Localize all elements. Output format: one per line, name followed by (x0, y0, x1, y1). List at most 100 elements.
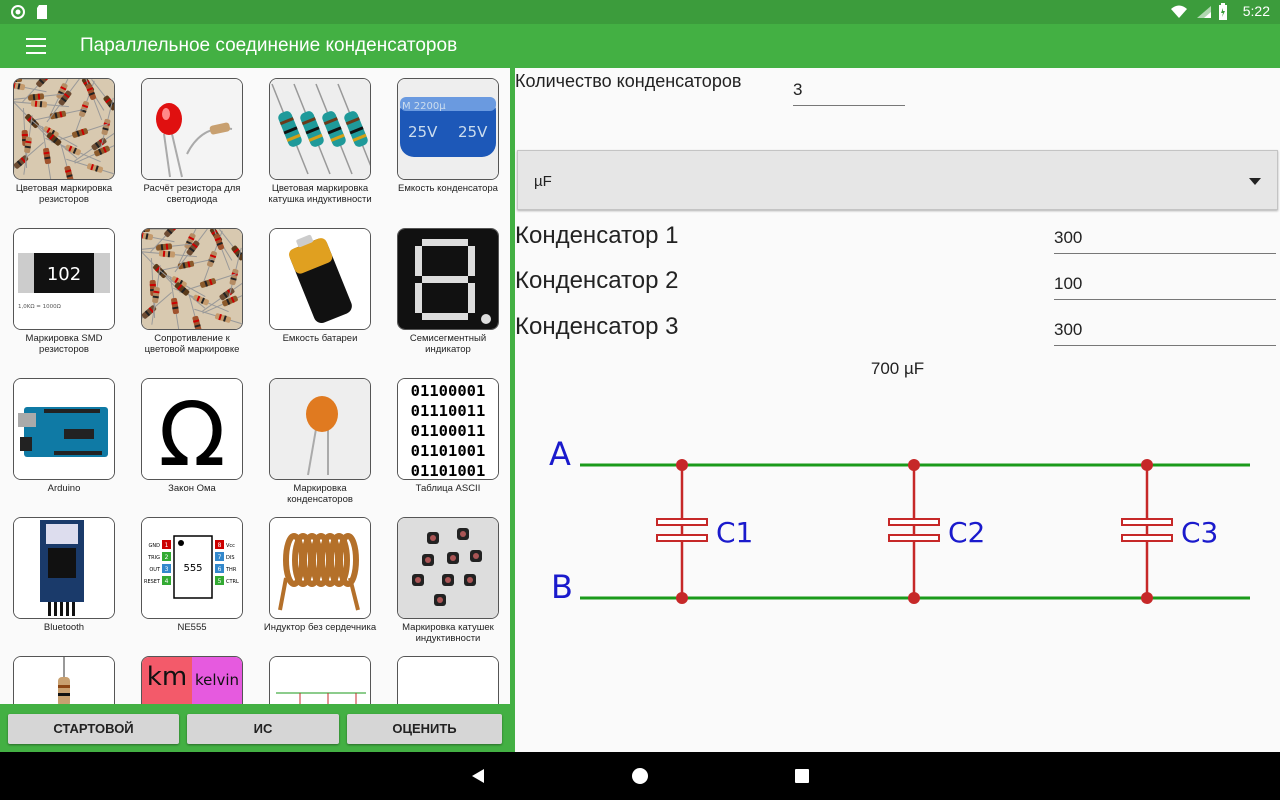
battery-icon (269, 228, 371, 330)
chevron-down-icon (1249, 178, 1261, 185)
tool-tile-label: Семисегментный индикатор (409, 333, 487, 355)
tool-tile[interactable]: Маркировка катушек индуктивности (384, 517, 510, 644)
capacitor-plate (656, 518, 708, 526)
air-coil-icon (269, 517, 371, 619)
resistors-photo-icon (13, 78, 115, 180)
svg-text:2: 2 (165, 554, 169, 561)
svg-text:kelvin: kelvin (195, 671, 239, 689)
back-icon[interactable] (470, 768, 486, 784)
unit-select[interactable]: µF (517, 150, 1278, 210)
clock: 5:22 (1242, 3, 1270, 19)
svg-text:Vcc: Vcc (226, 543, 235, 549)
junction-dot (676, 592, 688, 604)
tool-tile-label: Емкость батареи (282, 333, 358, 344)
tool-tile[interactable]: Емкость батареи (256, 228, 384, 344)
svg-text:555: 555 (183, 563, 202, 574)
signal-icon (1197, 6, 1211, 18)
svg-text:TRIG: TRIG (147, 555, 160, 561)
is-button[interactable]: ИС (187, 714, 339, 744)
tool-tile[interactable]: 01100001 01110011 01100011 01101001 01101001… (384, 378, 510, 494)
ceramic-capacitor-icon (269, 378, 371, 480)
notification-icon (11, 5, 25, 19)
tool-tile-label: Таблица ASCII (415, 483, 481, 494)
parallel-circuit-diagram: A B C1 C2 C3 (549, 435, 1250, 606)
capacitor-2-label: Конденсатор 2 (515, 267, 679, 294)
capacitor-label: C3 (1181, 516, 1218, 549)
capacitor-plate (888, 518, 940, 526)
smd-inductors-icon (397, 517, 499, 619)
count-input[interactable]: 3 (793, 80, 905, 106)
svg-text:km: km (147, 662, 187, 692)
rate-button[interactable]: ОЦЕНИТЬ (347, 714, 502, 744)
tool-tile-label: Цветовая маркировка катушка индуктивност… (268, 183, 372, 205)
navigation-bar (0, 752, 1280, 800)
tool-tile[interactable]: Индуктор без сердечника (256, 517, 384, 633)
capacitor-label: C2 (948, 516, 985, 549)
smd-resistor-icon: 102 1,0KΩ = 1000Ω (13, 228, 115, 330)
tool-tile[interactable]: 25V 25V M 2200μ Емкость конденсатора (384, 78, 510, 194)
tool-tile-label: NE555 (177, 622, 207, 633)
capacitor-3-input[interactable]: 300 (1054, 320, 1276, 346)
tool-tile[interactable]: Маркировка конденсаторов (256, 378, 384, 505)
tool-tile-label: Сопротивление к цветовой маркировке (144, 333, 240, 355)
tool-tile[interactable]: 102 1,0KΩ = 1000Ω Маркировка SMD резисторо… (0, 228, 128, 355)
arduino-icon (13, 378, 115, 480)
led-resistor-photo-icon (141, 78, 243, 180)
capacitor-1-label: Конденсатор 1 (515, 222, 679, 249)
tool-tile[interactable]: Ω Закон Ома (128, 378, 256, 494)
battery-status-icon (1219, 3, 1227, 20)
tool-tile[interactable]: Цветовая маркировка катушка индуктивност… (256, 78, 384, 205)
svg-text:01101001: 01101001 (411, 462, 486, 479)
recents-icon[interactable] (794, 768, 810, 784)
ne555-icon: 555 1 GND 8 Vcc 2 TRIG 7 DIS 3 OUT 6 THR 4 RESET 5 CTRL (141, 517, 243, 619)
app-bar: Параллельное соединение конденсаторов (0, 24, 1280, 68)
start-button[interactable]: СТАРТОВОЙ (8, 714, 179, 744)
tool-tile-label: Маркировка конденсаторов (287, 483, 353, 505)
svg-text:01100001: 01100001 (411, 382, 486, 400)
capacitor-1-input[interactable]: 300 (1054, 228, 1276, 254)
wifi-icon (1171, 5, 1187, 18)
tool-tile[interactable]: Bluetooth (0, 517, 128, 633)
tool-tile-label: Цветовая маркировка резисторов (15, 183, 113, 205)
junction-dot (1141, 592, 1153, 604)
capacitor-2-input[interactable]: 100 (1054, 274, 1276, 300)
capacitor-photo-icon: 25V 25V M 2200μ (397, 78, 499, 180)
svg-text:25V: 25V (458, 123, 488, 141)
page-title: Параллельное соединение конденсаторов (80, 35, 458, 56)
tool-tile[interactable]: Семисегментный индикатор (384, 228, 510, 355)
tool-tile[interactable]: Сопротивление к цветовой маркировке (128, 228, 256, 355)
svg-text:25V: 25V (408, 123, 438, 141)
menu-icon[interactable] (26, 38, 46, 54)
junction-dot (1141, 459, 1153, 471)
bottom-bar: СТАРТОВОЙ ИС ОЦЕНИТЬ (0, 704, 515, 752)
tools-grid[interactable]: Цветовая маркировка резисторов Расчёт рез… (0, 68, 510, 752)
capacitor-plate (888, 534, 940, 542)
unit-select-value: µF (534, 173, 552, 190)
svg-text:102: 102 (47, 264, 81, 285)
svg-text:01101001: 01101001 (411, 442, 486, 460)
tool-tile[interactable]: Цветовая маркировка резисторов (0, 78, 128, 205)
junction-dot (908, 592, 920, 604)
svg-text:GND: GND (149, 543, 161, 549)
tool-tile-label: Емкость конденсатора (398, 183, 498, 194)
svg-text:1: 1 (165, 542, 169, 549)
svg-text:6: 6 (218, 566, 222, 573)
svg-text:CTRL: CTRL (226, 579, 239, 585)
junction-dot (908, 459, 920, 471)
omega-icon: Ω (141, 378, 243, 480)
tool-tile-label: Маркировка SMD резисторов (25, 333, 103, 355)
svg-text:4: 4 (165, 578, 169, 585)
svg-text:OUT: OUT (149, 567, 161, 573)
tool-tile[interactable]: Arduino (0, 378, 128, 494)
home-icon[interactable] (631, 767, 649, 785)
tool-tile-label: Индуктор без сердечника (263, 622, 377, 633)
svg-text:01110011: 01110011 (411, 402, 486, 420)
svg-text:1,0KΩ = 1000Ω: 1,0KΩ = 1000Ω (18, 304, 61, 310)
seven-segment-icon (397, 228, 499, 330)
tool-tile[interactable]: Расчёт резистора для светодиода (128, 78, 256, 205)
tool-tile-label: Закон Ома (168, 483, 216, 494)
junction-dot (676, 459, 688, 471)
tool-tile[interactable]: 555 1 GND 8 Vcc 2 TRIG 7 DIS 3 OUT 6 THR 4 RESET 5 CTRL N… (128, 517, 256, 633)
svg-text:RESET: RESET (144, 579, 161, 585)
capacitor-plate (656, 534, 708, 542)
